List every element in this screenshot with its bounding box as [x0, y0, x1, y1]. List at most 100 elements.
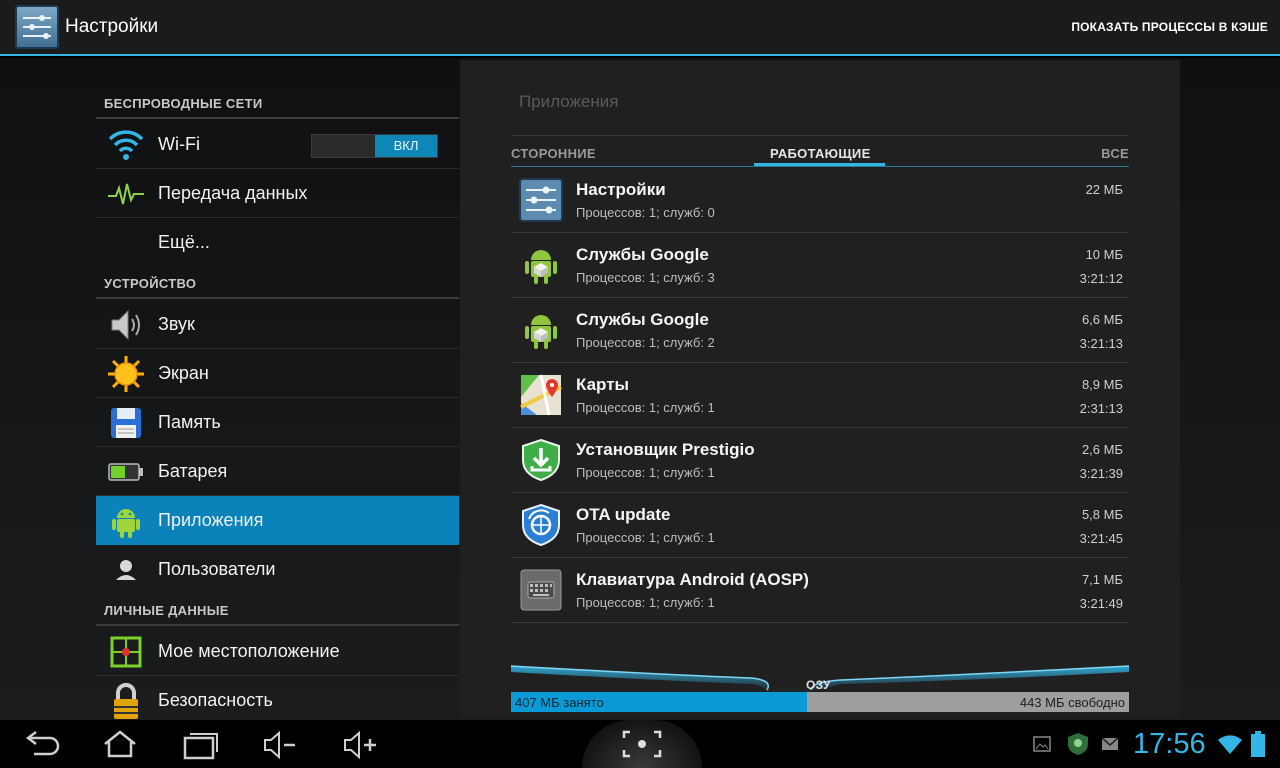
process-size: 6,6 МБ [1081, 312, 1123, 327]
sidebar-item-display[interactable]: Экран [96, 349, 459, 398]
maps-icon [519, 373, 563, 417]
sidebar-item-label: Батарея [158, 461, 228, 481]
sidebar-item-more[interactable]: Ещё... [96, 218, 459, 267]
sidebar-item-data-usage[interactable]: Передача данных [96, 169, 459, 218]
user-icon [106, 550, 146, 590]
sidebar-item-label: Безопасность [158, 690, 273, 710]
ram-label: ОЗУ [806, 678, 831, 692]
sidebar-item-label: Wi-Fi [158, 134, 200, 154]
installer-shield-icon [519, 438, 563, 482]
wifi-signal-icon[interactable] [1216, 732, 1244, 756]
android-package-icon [519, 308, 563, 352]
process-size: 7,1 МБ [1081, 572, 1123, 587]
process-size: 2,6 МБ [1081, 442, 1123, 457]
security-shield-notification-icon[interactable] [1066, 732, 1090, 756]
sidebar-item-sound[interactable]: Звук [96, 300, 459, 349]
process-name: OTA update [576, 505, 671, 524]
ram-usage-bar: 407 МБ занято 443 МБ свободно [511, 692, 1129, 712]
sidebar-item-label: Экран [158, 363, 209, 383]
category-wireless: БЕСПРОВОДНЫЕ СЕТИ [104, 96, 263, 111]
process-name: Установщик Prestigio [576, 440, 755, 459]
process-time: 3:21:12 [1079, 271, 1123, 286]
process-row[interactable]: Карты Процессов: 1; служб: 1 8,9 МБ 2:31… [511, 363, 1129, 428]
process-size: 8,9 МБ [1081, 377, 1123, 392]
process-time: 3:21:39 [1079, 466, 1123, 481]
volume-down-button[interactable] [255, 728, 305, 762]
process-row[interactable]: Клавиатура Android (AOSP) Процессов: 1; … [511, 558, 1129, 623]
ram-free-text: 443 МБ свободно [1019, 695, 1125, 710]
process-name: Клавиатура Android (AOSP) [576, 570, 809, 589]
settings-icon [519, 178, 563, 222]
sidebar-item-label: Звук [158, 314, 195, 334]
sidebar-item-apps[interactable]: Приложения [96, 496, 459, 545]
floppy-disk-icon [106, 403, 146, 443]
data-usage-icon [106, 174, 146, 214]
keyboard-icon [519, 568, 563, 612]
process-time: 3:21:49 [1079, 596, 1123, 611]
volume-up-button[interactable] [335, 728, 385, 762]
screenshot-button[interactable] [582, 720, 702, 768]
location-grid-icon [106, 632, 146, 672]
tab-third-party[interactable]: СТОРОННИЕ [511, 146, 596, 161]
main-content: БЕСПРОВОДНЫЕ СЕТИ Wi-Fi ВКЛ Передача дан… [0, 58, 1280, 720]
process-row[interactable]: Настройки Процессов: 1; служб: 0 22 МБ [511, 168, 1129, 233]
mail-notification-icon[interactable] [1101, 736, 1119, 752]
process-desc: Процессов: 1; служб: 1 [576, 465, 715, 480]
sidebar-item-label: Приложения [158, 510, 264, 530]
panel-title: Приложения [519, 92, 619, 111]
sidebar-item-storage[interactable]: Память [96, 398, 459, 447]
sun-icon [106, 354, 146, 394]
ram-used-fill: 407 МБ занято [511, 692, 808, 712]
process-desc: Процессов: 1; служб: 1 [576, 400, 715, 415]
recent-apps-button[interactable] [175, 728, 225, 762]
gallery-notification-icon[interactable] [1033, 736, 1051, 752]
apps-panel: Приложения СТОРОННИЕ РАБОТАЮЩИЕ ВСЕ Наст… [460, 60, 1180, 718]
wifi-toggle-on: ВКЛ [375, 135, 437, 157]
process-time: 3:21:13 [1079, 336, 1123, 351]
wifi-toggle[interactable]: ВКЛ [311, 134, 438, 158]
battery-icon [106, 452, 146, 492]
process-desc: Процессов: 1; служб: 3 [576, 270, 715, 285]
battery-status-icon[interactable] [1250, 730, 1266, 758]
back-button[interactable] [14, 728, 64, 762]
sidebar-item-security[interactable]: Безопасность [96, 676, 459, 720]
process-desc: Процессов: 1; служб: 1 [576, 530, 715, 545]
sidebar-item-label: Мое местоположение [158, 641, 340, 661]
process-time: 3:21:45 [1079, 531, 1123, 546]
tab-all[interactable]: ВСЕ [1101, 146, 1129, 161]
process-row[interactable]: OTA update Процессов: 1; служб: 1 5,8 МБ… [511, 493, 1129, 558]
process-size: 5,8 МБ [1081, 507, 1123, 522]
process-name: Настройки [576, 180, 666, 199]
action-bar: Настройки ПОКАЗАТЬ ПРОЦЕССЫ В КЭШЕ [0, 0, 1280, 56]
show-cached-processes-button[interactable]: ПОКАЗАТЬ ПРОЦЕССЫ В КЭШЕ [1071, 20, 1268, 34]
process-desc: Процессов: 1; служб: 2 [576, 335, 715, 350]
process-row[interactable]: Установщик Prestigio Процессов: 1; служб… [511, 428, 1129, 493]
status-clock[interactable]: 17:56 [1133, 728, 1206, 761]
sidebar-item-label: Пользователи [158, 559, 276, 579]
tab-running[interactable]: РАБОТАЮЩИЕ [770, 146, 871, 161]
process-time: 2:31:13 [1079, 401, 1123, 416]
ota-shield-icon [519, 503, 563, 547]
sidebar-item-label: Передача данных [158, 183, 308, 203]
settings-list: БЕСПРОВОДНЫЕ СЕТИ Wi-Fi ВКЛ Передача дан… [96, 58, 459, 720]
android-icon [106, 501, 146, 541]
sidebar-item-label: Память [158, 412, 221, 432]
process-name: Службы Google [576, 310, 709, 329]
sidebar-item-label: Ещё... [158, 232, 210, 252]
process-desc: Процессов: 1; служб: 0 [576, 205, 715, 220]
process-name: Карты [576, 375, 630, 394]
home-button[interactable] [95, 728, 145, 762]
sidebar-item-users[interactable]: Пользователи [96, 545, 459, 594]
sidebar-item-wifi[interactable]: Wi-Fi ВКЛ [96, 120, 459, 169]
process-row[interactable]: Службы Google Процессов: 1; служб: 3 10 … [511, 233, 1129, 298]
android-package-icon [519, 243, 563, 287]
settings-app-icon[interactable] [15, 5, 59, 49]
speaker-icon [106, 305, 146, 345]
sidebar-item-battery[interactable]: Батарея [96, 447, 459, 496]
category-device: УСТРОЙСТВО [104, 276, 197, 291]
padlock-icon [106, 681, 146, 721]
sidebar-item-location[interactable]: Мое местоположение [96, 627, 459, 676]
process-row[interactable]: Службы Google Процессов: 1; служб: 2 6,6… [511, 298, 1129, 363]
category-personal: ЛИЧНЫЕ ДАННЫЕ [104, 603, 229, 618]
process-desc: Процессов: 1; служб: 1 [576, 595, 715, 610]
